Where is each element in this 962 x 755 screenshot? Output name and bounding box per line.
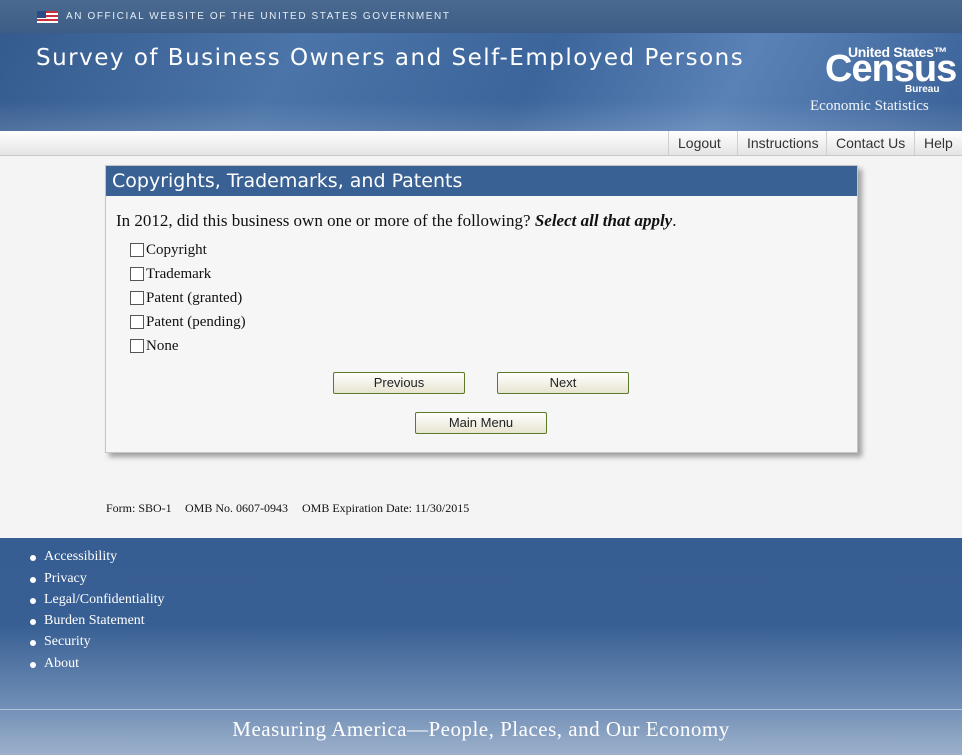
omb-expiration: OMB Expiration Date: 11/30/2015 xyxy=(302,501,470,515)
logout-link[interactable]: Logout xyxy=(668,131,737,155)
help-link[interactable]: Help xyxy=(914,131,962,155)
legal-confidentiality-link[interactable]: Legal/Confidentiality xyxy=(44,592,165,608)
bullet-icon xyxy=(30,662,36,668)
security-link[interactable]: Security xyxy=(44,634,91,650)
gov-banner: AN OFFICIAL WEBSITE OF THE UNITED STATES… xyxy=(0,0,962,33)
logo-bureau: Bureau xyxy=(905,84,940,95)
bullet-icon xyxy=(30,577,36,583)
option-label[interactable]: Trademark xyxy=(146,266,211,283)
logo-economic-statistics: Economic Statistics xyxy=(810,98,929,114)
question-end: . xyxy=(672,211,677,230)
next-button[interactable]: Next xyxy=(497,372,629,394)
site-title: Survey of Business Owners and Self-Emplo… xyxy=(36,45,745,71)
gov-banner-text: AN OFFICIAL WEBSITE OF THE UNITED STATES… xyxy=(66,11,451,22)
footer-divider xyxy=(0,709,962,710)
question-panel: Copyrights, Trademarks, and Patents In 2… xyxy=(105,165,858,453)
footer-tagline: Measuring America—People, Places, and Ou… xyxy=(232,717,730,741)
previous-button[interactable]: Previous xyxy=(333,372,465,394)
patent-granted-checkbox[interactable] xyxy=(130,291,144,305)
option-label[interactable]: Copyright xyxy=(146,242,207,259)
panel-title: Copyrights, Trademarks, and Patents xyxy=(112,170,463,192)
contact-us-link[interactable]: Contact Us xyxy=(826,131,914,155)
privacy-link[interactable]: Privacy xyxy=(44,571,87,587)
patent-pending-checkbox[interactable] xyxy=(130,315,144,329)
bullet-icon xyxy=(30,555,36,561)
question-emphasis: Select all that apply xyxy=(534,211,673,230)
site-header: Survey of Business Owners and Self-Emplo… xyxy=(0,33,962,131)
trademark-checkbox[interactable] xyxy=(130,267,144,281)
burden-statement-link[interactable]: Burden Statement xyxy=(44,613,145,629)
copyright-checkbox[interactable] xyxy=(130,243,144,257)
instructions-link[interactable]: Instructions xyxy=(737,131,826,155)
site-footer: Accessibility Privacy Legal/Confidential… xyxy=(0,538,962,755)
accessibility-link[interactable]: Accessibility xyxy=(44,549,117,565)
panel-header: Copyrights, Trademarks, and Patents xyxy=(106,166,857,196)
option-label[interactable]: Patent (pending) xyxy=(146,314,246,331)
none-checkbox[interactable] xyxy=(130,339,144,353)
bullet-icon xyxy=(30,598,36,604)
about-link[interactable]: About xyxy=(44,656,79,672)
question-main: In 2012, did this business own one or mo… xyxy=(116,211,531,230)
form-number: Form: SBO-1 xyxy=(106,501,172,515)
logo-census: Census xyxy=(825,48,957,90)
question-text: In 2012, did this business own one or mo… xyxy=(116,211,676,231)
option-label[interactable]: None xyxy=(146,338,179,355)
omb-number: OMB No. 0607-0943 xyxy=(185,501,289,515)
bullet-icon xyxy=(30,619,36,625)
us-flag-icon xyxy=(37,11,58,23)
main-menu-button[interactable]: Main Menu xyxy=(415,412,547,434)
option-label[interactable]: Patent (granted) xyxy=(146,290,242,307)
bullet-icon xyxy=(30,640,36,646)
utility-nav: Logout Instructions Contact Us Help xyxy=(0,131,962,156)
